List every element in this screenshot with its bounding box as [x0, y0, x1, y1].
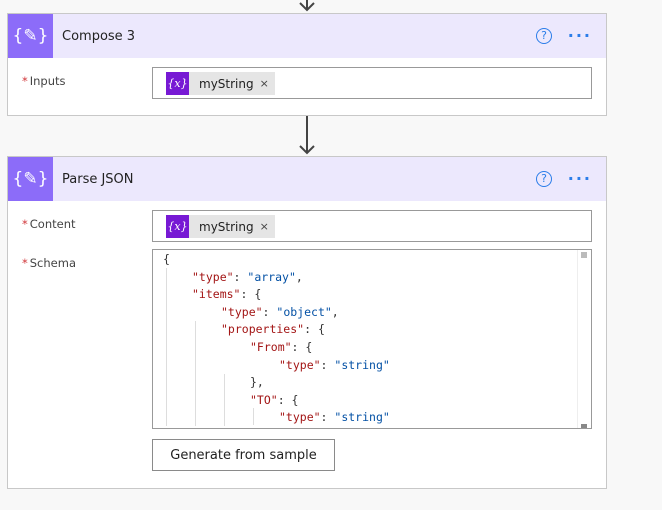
code-token: "type"	[192, 269, 234, 284]
code-token: "type"	[279, 410, 321, 425]
more-options-icon[interactable]: ···	[568, 26, 592, 45]
compose-braces-icon: {✎}	[8, 14, 53, 58]
code-token: : {	[277, 392, 299, 407]
code-token: },	[250, 375, 264, 390]
action-title[interactable]: Compose 3	[62, 29, 135, 44]
code-token: :	[233, 269, 248, 284]
schema-code-line: "type": "array",	[192, 269, 303, 286]
content-label-text: Content	[29, 217, 76, 231]
code-token: "type"	[221, 304, 263, 319]
inputs-field[interactable]: {x} myString ×	[152, 67, 592, 99]
indent-guide	[253, 408, 254, 425]
required-marker: *	[22, 74, 28, 88]
schema-scrollbar[interactable]	[577, 250, 591, 428]
schema-code-line: "items": {	[192, 286, 261, 303]
schema-code-line: {	[163, 251, 170, 268]
variable-icon: {x}	[166, 215, 189, 238]
code-token: "string"	[334, 410, 390, 425]
compose-action-header[interactable]: {✎} Compose 3 ? ···	[8, 14, 606, 58]
parse-json-header[interactable]: {✎} Parse JSON ? ···	[8, 157, 606, 201]
code-token: : {	[304, 322, 325, 337]
variable-icon: {x}	[166, 72, 189, 95]
remove-token-icon[interactable]: ×	[260, 220, 275, 233]
indent-guide	[166, 268, 167, 426]
code-token: "TO"	[250, 392, 278, 407]
schema-code-line: "type": "string"	[279, 409, 390, 426]
content-field[interactable]: {x} myString ×	[152, 210, 592, 242]
code-token: "string"	[334, 357, 390, 372]
connector-arrow	[297, 116, 317, 156]
required-marker: *	[22, 217, 28, 231]
schema-code-line: "type": "string"	[279, 357, 390, 374]
code-token: "items"	[192, 287, 241, 302]
help-icon[interactable]: ?	[536, 171, 552, 187]
help-icon[interactable]: ?	[536, 28, 552, 44]
remove-token-icon[interactable]: ×	[260, 77, 275, 90]
schema-editor[interactable]: {"type": "array", "items": {"type": "obje…	[152, 249, 592, 429]
schema-code-line: },	[250, 374, 264, 391]
code-token: ,	[295, 269, 303, 284]
code-token: :	[262, 304, 277, 319]
schema-code-line: "properties": {	[221, 321, 325, 338]
code-token: ,	[331, 304, 339, 319]
connector-arrow-top	[297, 0, 317, 13]
dynamic-content-token[interactable]: {x} myString ×	[166, 72, 275, 95]
more-options-icon[interactable]: ···	[568, 169, 592, 188]
schema-label-text: Schema	[29, 256, 76, 270]
code-token: "type"	[279, 357, 321, 372]
code-token: {	[163, 252, 170, 266]
code-token: "properties"	[221, 322, 305, 337]
token-label: myString	[199, 219, 254, 234]
indent-guide	[224, 374, 225, 426]
inputs-label: * Inputs	[22, 74, 66, 88]
schema-code-line: "type": "object",	[221, 304, 339, 321]
indent-guide	[195, 321, 196, 426]
content-label: * Content	[22, 217, 76, 231]
code-token: :	[320, 357, 335, 372]
parse-json-action-card: {✎} Parse JSON ? ··· * Content {x} myStri…	[7, 156, 607, 489]
action-title[interactable]: Parse JSON	[62, 172, 134, 187]
inputs-label-text: Inputs	[29, 74, 66, 88]
code-token: "array"	[247, 269, 296, 284]
schema-code-line: "TO": {	[250, 392, 298, 409]
compose-braces-icon: {✎}	[8, 157, 53, 201]
dynamic-content-token[interactable]: {x} myString ×	[166, 215, 275, 238]
code-token: : {	[291, 340, 313, 354]
code-token: : {	[240, 287, 262, 302]
compose-action-card: {✎} Compose 3 ? ··· * Inputs {x} myString…	[7, 13, 607, 116]
schema-label: * Schema	[22, 256, 76, 270]
schema-code-line: "From": {	[250, 339, 312, 356]
code-token: "From"	[250, 340, 292, 354]
generate-from-sample-button[interactable]: Generate from sample	[152, 439, 335, 471]
required-marker: *	[22, 256, 28, 270]
token-label: myString	[199, 76, 254, 91]
code-token: "object"	[276, 304, 332, 319]
code-token: :	[320, 410, 335, 425]
